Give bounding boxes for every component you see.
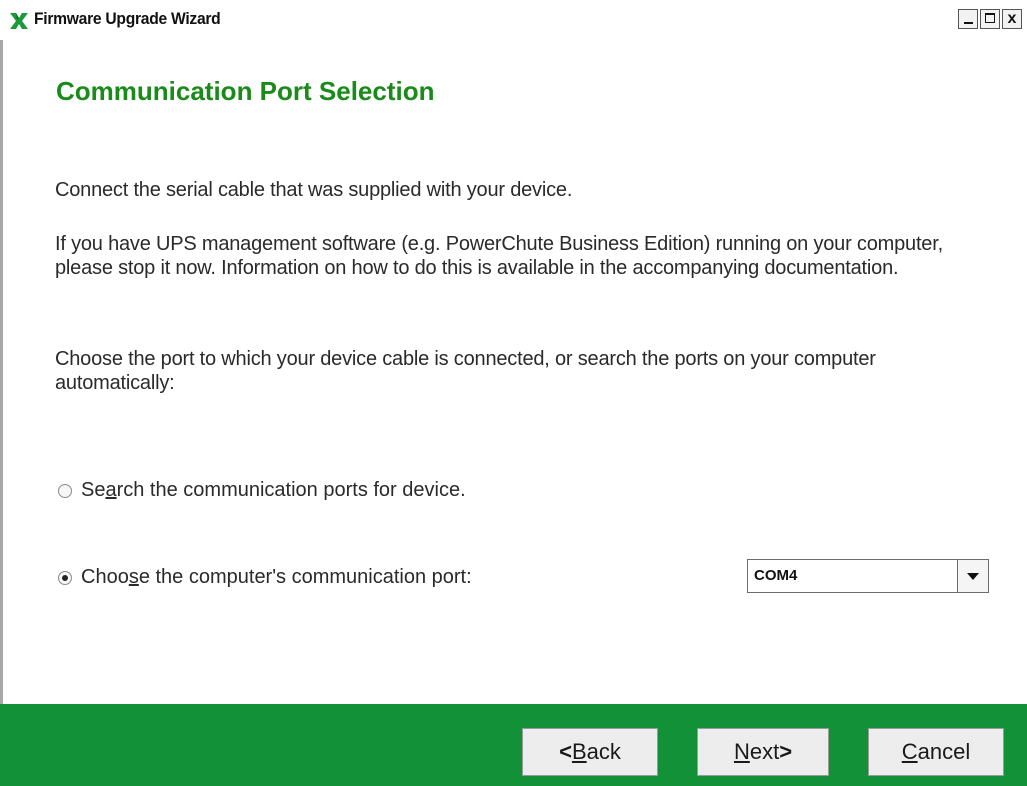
apc-x-logo-icon [10,13,28,29]
page-title: Communication Port Selection [56,76,435,106]
search-ports-option[interactable]: Search the communication ports for devic… [58,479,466,502]
title-bar[interactable]: Firmware Upgrade Wizard x [0,0,1027,40]
instruction-choose-port: Choose the port to which your device cab… [55,348,876,394]
choose-port-radio[interactable] [58,570,72,585]
window-controls: x [958,9,1022,29]
search-ports-radio[interactable] [58,483,72,498]
back-button[interactable]: < Back [522,728,658,776]
instruction-stop-software: If you have UPS management software (e.g… [55,233,943,279]
instruction-serial-cable: Connect the serial cable that was suppli… [55,179,573,201]
next-button[interactable]: Next > [697,728,829,776]
window-title: Firmware Upgrade Wizard [34,9,221,28]
window-left-border [0,40,3,786]
cancel-button[interactable]: Cancel [868,728,1004,776]
choose-port-option[interactable]: Choose the computer's communication port… [58,566,472,589]
chevron-down-icon[interactable] [957,560,988,592]
port-select-dropdown[interactable]: COM4 [747,559,989,593]
choose-port-label[interactable]: Choose the computer's communication port… [81,566,472,589]
firmware-upgrade-wizard-window: Firmware Upgrade Wizard x Communication … [0,0,1027,786]
maximize-icon[interactable] [980,9,1000,29]
port-select-value[interactable]: COM4 [748,560,957,592]
close-icon[interactable]: x [1002,9,1022,29]
minimize-icon[interactable] [958,9,978,29]
search-ports-label[interactable]: Search the communication ports for devic… [81,479,466,502]
